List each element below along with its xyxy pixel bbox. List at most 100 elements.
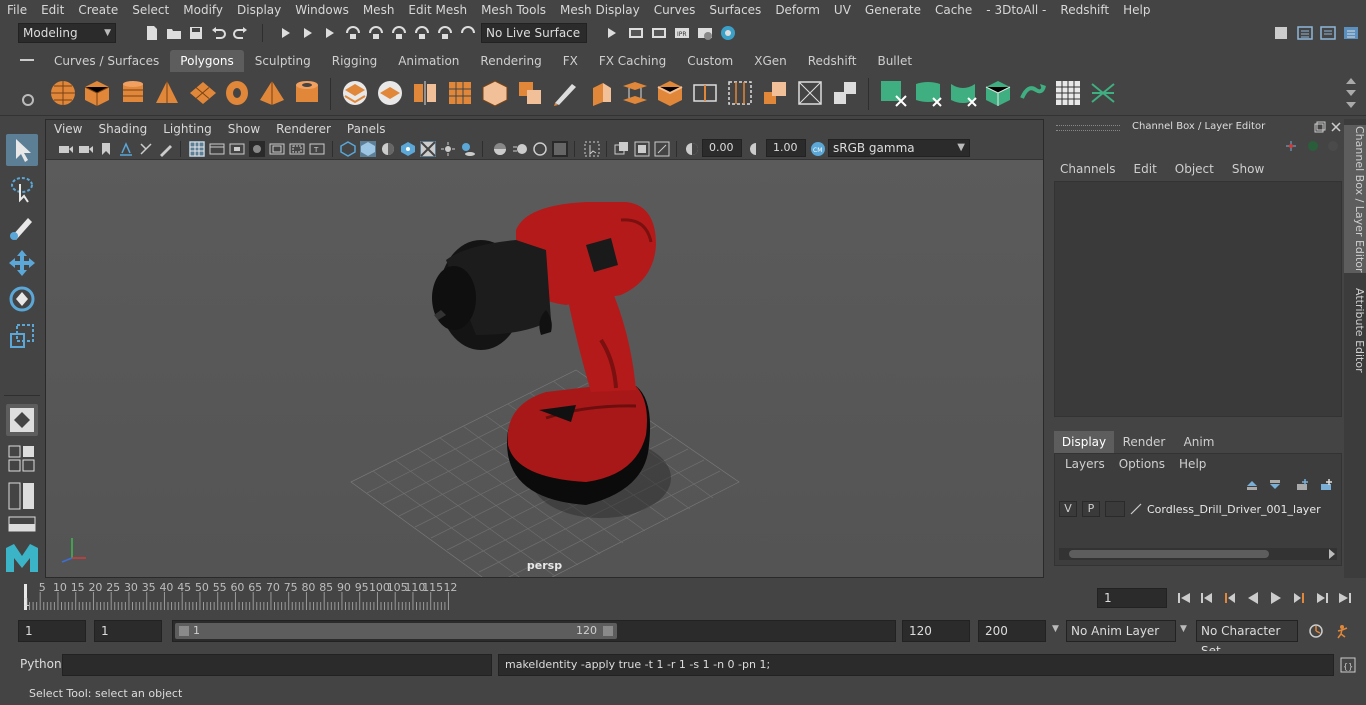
- append-polygon-icon[interactable]: [760, 78, 790, 108]
- new-layer-icon[interactable]: [1295, 478, 1309, 492]
- target-weld-icon[interactable]: [795, 78, 825, 108]
- chevron-down-icon[interactable]: ▼: [1180, 624, 1187, 634]
- layer-color-icon[interactable]: [1129, 502, 1143, 516]
- insert-edge-loop-icon[interactable]: [690, 78, 720, 108]
- color-management-icon[interactable]: CM: [810, 141, 826, 157]
- shelf-tab-rigging[interactable]: Rigging: [321, 50, 388, 72]
- merge-icon[interactable]: [830, 78, 860, 108]
- scene-end-field[interactable]: 200: [978, 620, 1046, 642]
- render-settings-icon[interactable]: [697, 25, 713, 41]
- history-icon[interactable]: [604, 25, 620, 41]
- gamma-field[interactable]: 1.00: [766, 139, 806, 157]
- select-by-component-icon[interactable]: [300, 25, 316, 41]
- default-material-icon[interactable]: [380, 141, 396, 157]
- vp-menu-lighting[interactable]: Lighting: [155, 122, 220, 136]
- smooth-shade-icon[interactable]: [360, 141, 376, 157]
- menu-generate[interactable]: Generate: [858, 3, 928, 17]
- textured-icon[interactable]: [400, 141, 416, 157]
- camera-attributes-icon[interactable]: [78, 141, 94, 157]
- character-set-dropdown[interactable]: No Character Set: [1196, 620, 1298, 658]
- antialiasing-icon[interactable]: [532, 141, 548, 157]
- side-tab-channel-box[interactable]: Channel Box / Layer Editor: [1344, 125, 1366, 273]
- workspace-icon[interactable]: [1273, 25, 1289, 41]
- layer-visibility-toggle[interactable]: V: [1059, 501, 1077, 517]
- render-frame-icon[interactable]: [628, 25, 644, 41]
- le-menu-help[interactable]: Help: [1165, 457, 1206, 471]
- menu-deform[interactable]: Deform: [768, 3, 827, 17]
- anim-layer-dropdown[interactable]: No Anim Layer: [1066, 620, 1176, 642]
- menu-create[interactable]: Create: [71, 3, 125, 17]
- lights-icon[interactable]: [440, 141, 456, 157]
- manipulator-icon[interactable]: [1284, 139, 1298, 153]
- layer-tab-anim[interactable]: Anim: [1174, 431, 1224, 453]
- backface-culling-icon[interactable]: [654, 141, 670, 157]
- undo-icon[interactable]: [210, 25, 226, 41]
- layer-playback-toggle[interactable]: P: [1082, 501, 1100, 517]
- gate-mask-icon[interactable]: [249, 141, 265, 157]
- bevel-icon[interactable]: [655, 78, 685, 108]
- combine-icon[interactable]: [340, 78, 370, 108]
- hyperbolic-icon[interactable]: [1326, 139, 1340, 153]
- auto-key-icon[interactable]: [1308, 623, 1324, 639]
- play-forwards-icon[interactable]: [1268, 590, 1284, 606]
- mirror-icon[interactable]: [410, 78, 440, 108]
- shelf-menu-icon[interactable]: [20, 54, 34, 66]
- booleans-icon[interactable]: [515, 78, 545, 108]
- move-layer-up-icon[interactable]: [1245, 478, 1259, 492]
- script-editor-icon[interactable]: {}: [1340, 657, 1356, 673]
- menu-curves[interactable]: Curves: [647, 3, 703, 17]
- menu-select[interactable]: Select: [125, 3, 176, 17]
- offset-edge-loop-icon[interactable]: [725, 78, 755, 108]
- menu-mesh-display[interactable]: Mesh Display: [553, 3, 647, 17]
- poly-sphere-icon[interactable]: [48, 78, 78, 108]
- shelf-tab-rendering[interactable]: Rendering: [470, 50, 552, 72]
- menu-help[interactable]: Help: [1116, 3, 1157, 17]
- gamma-icon[interactable]: [748, 141, 764, 157]
- command-input[interactable]: [62, 654, 492, 676]
- poly-pipe-icon[interactable]: [292, 78, 322, 108]
- poly-plane-icon[interactable]: [188, 78, 218, 108]
- shelf-settings-icon[interactable]: [22, 94, 34, 106]
- separate-icon[interactable]: [375, 78, 405, 108]
- paint-select-icon[interactable]: [6, 210, 38, 242]
- spherical-uv-icon[interactable]: [948, 78, 978, 108]
- menu-edit[interactable]: Edit: [34, 3, 71, 17]
- current-frame-field[interactable]: 1: [1097, 588, 1167, 608]
- shadows-icon[interactable]: [460, 141, 476, 157]
- exposure-field[interactable]: 0.00: [702, 139, 742, 157]
- shelf-scroll-icon[interactable]: [1345, 76, 1357, 112]
- poly-cylinder-icon[interactable]: [118, 78, 148, 108]
- playback-start-field[interactable]: 1: [94, 620, 162, 642]
- wireframe-icon[interactable]: [340, 141, 356, 157]
- go-to-start-icon[interactable]: [1176, 590, 1192, 606]
- snap-view-plane-icon[interactable]: [414, 25, 430, 41]
- planar-uv-icon[interactable]: [878, 78, 908, 108]
- select-tool-icon[interactable]: [6, 134, 38, 166]
- speed-icon[interactable]: [1306, 139, 1320, 153]
- menu-edit-mesh[interactable]: Edit Mesh: [401, 3, 474, 17]
- colorspace-dropdown[interactable]: sRGB gamma ▼: [828, 139, 970, 157]
- cb-menu-show[interactable]: Show: [1220, 162, 1270, 176]
- shelf-tab-xgen[interactable]: XGen: [744, 50, 797, 72]
- scale-tool-icon[interactable]: [6, 320, 38, 352]
- layout-persp-outliner-icon[interactable]: [8, 516, 36, 532]
- side-tab-attribute-editor[interactable]: Attribute Editor: [1344, 285, 1366, 375]
- multi-cut-icon[interactable]: [550, 78, 580, 108]
- shelf-tab-sculpting[interactable]: Sculpting: [244, 50, 321, 72]
- toggle-attribute-editor-icon[interactable]: [1320, 25, 1336, 41]
- cb-menu-object[interactable]: Object: [1163, 162, 1220, 176]
- cb-menu-channels[interactable]: Channels: [1048, 162, 1122, 176]
- bridge-icon[interactable]: [620, 78, 650, 108]
- layout-single-icon[interactable]: [8, 445, 36, 473]
- le-menu-layers[interactable]: Layers: [1055, 457, 1105, 471]
- render-sequence-icon[interactable]: [651, 25, 667, 41]
- range-start-grip[interactable]: [179, 626, 189, 636]
- vp-menu-show[interactable]: Show: [220, 122, 268, 136]
- poly-cone-icon[interactable]: [152, 78, 182, 108]
- cb-menu-edit[interactable]: Edit: [1122, 162, 1163, 176]
- field-chart-icon[interactable]: [269, 141, 285, 157]
- vp-menu-renderer[interactable]: Renderer: [268, 122, 339, 136]
- select-by-hierarchy-icon[interactable]: [278, 25, 294, 41]
- snap-live-icon[interactable]: [437, 25, 453, 41]
- film-gate-icon[interactable]: [209, 141, 225, 157]
